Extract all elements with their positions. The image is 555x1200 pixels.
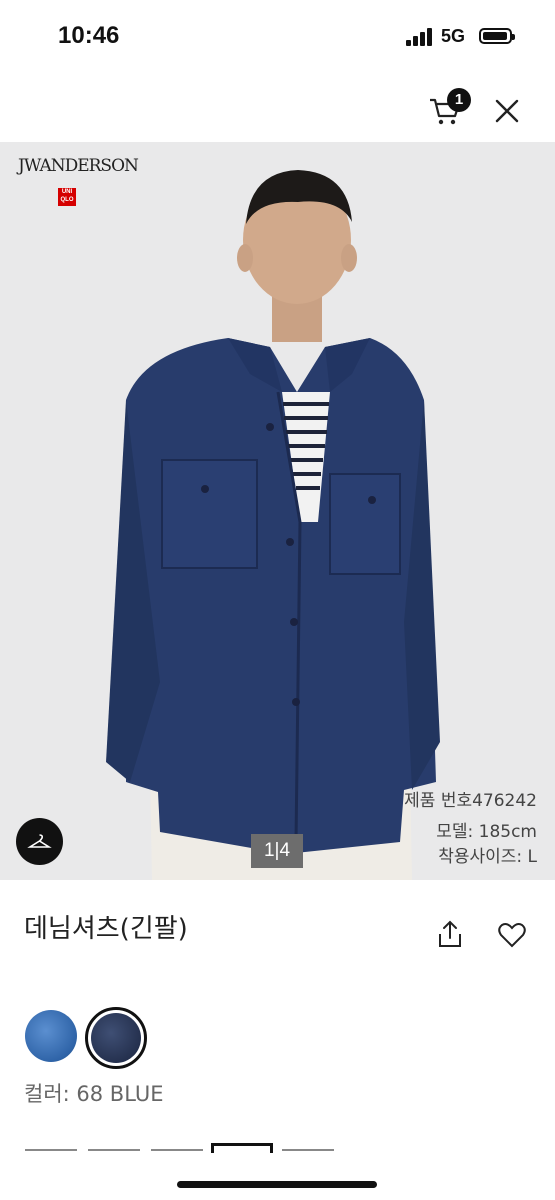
- signal-icon: [406, 28, 434, 46]
- close-icon[interactable]: [494, 98, 520, 124]
- size-option[interactable]: [25, 1149, 77, 1151]
- model-height: 모델: 185cm: [436, 822, 537, 842]
- cart-count-badge: 1: [447, 88, 471, 112]
- hanger-icon: [27, 834, 52, 848]
- battery-icon: [479, 28, 515, 44]
- color-swatch-light-blue[interactable]: [25, 1010, 77, 1062]
- status-time: 10:46: [58, 22, 120, 49]
- color-label: 컬러: 68 BLUE: [24, 1082, 164, 1106]
- size-option[interactable]: [282, 1149, 334, 1151]
- model-photo: [106, 170, 440, 880]
- share-icon[interactable]: [437, 920, 463, 948]
- status-bar: 10:46 5G: [0, 0, 555, 72]
- brand-logo: JWANDERSON: [18, 156, 139, 176]
- size-option-selected[interactable]: [211, 1143, 273, 1153]
- color-swatch-dark-blue[interactable]: [91, 1013, 141, 1063]
- heart-icon[interactable]: [498, 922, 526, 948]
- uniqlo-logo: UNI QLO: [58, 188, 76, 206]
- model-wear-size: 착용사이즈: L: [438, 847, 537, 867]
- image-pager: 1|4: [251, 834, 303, 868]
- home-indicator[interactable]: [177, 1181, 377, 1188]
- product-title: 데님셔츠(긴팔): [24, 914, 188, 944]
- size-option[interactable]: [88, 1149, 140, 1151]
- size-fit-button[interactable]: [16, 818, 63, 865]
- top-nav: [0, 72, 555, 142]
- product-number: 제품 번호476242: [404, 791, 537, 811]
- size-option[interactable]: [151, 1149, 203, 1151]
- network-type: 5G: [441, 26, 466, 46]
